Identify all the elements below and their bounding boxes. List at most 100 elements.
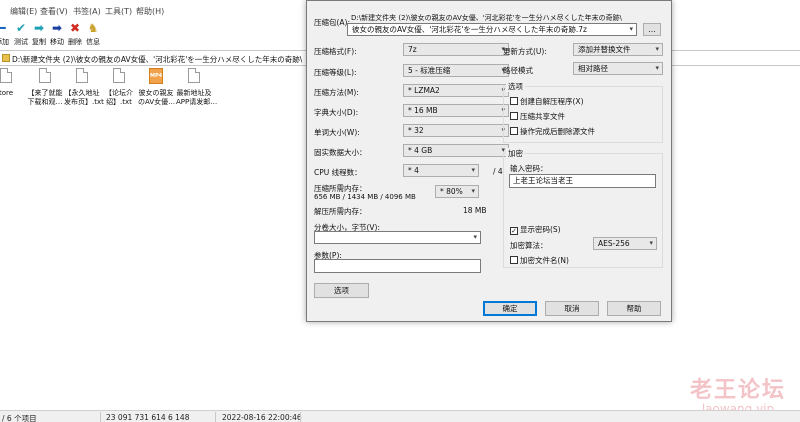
archive-label: 压缩包(A): [314, 18, 351, 27]
checkbox-box [510, 112, 518, 120]
menu-edit[interactable]: 编辑(E) [10, 6, 37, 17]
mem-percent-value: * 80% [440, 187, 463, 196]
file-name-line2: 下载和观… [27, 98, 63, 106]
move-button[interactable]: ➡ 移动 [49, 22, 65, 47]
file-name: 彼女の親友 [138, 89, 174, 97]
status-divider [215, 412, 216, 422]
status-divider [100, 412, 101, 422]
enc-method-label: 加密算法： [510, 241, 548, 250]
update-value: 添加并替换文件 [578, 45, 631, 54]
method-select[interactable]: * LZMA2 ▾ [403, 84, 509, 97]
path-label: 路径模式 [503, 66, 533, 75]
help-button[interactable]: 帮助 [607, 301, 661, 316]
word-label: 单词大小(W): [314, 128, 360, 137]
mp4-file-icon: MP4 [149, 68, 163, 84]
status-bar: / 6 个项目 23 091 731 614 6 148 2022-08-16 … [0, 410, 800, 422]
file-item[interactable]: 【来了就能 下载和观… [27, 68, 63, 107]
solid-value: * 4 GB [408, 146, 433, 155]
cancel-button[interactable]: 取消 [545, 301, 599, 316]
options-button[interactable]: 选项 [314, 283, 369, 298]
browse-button[interactable]: ... [643, 23, 661, 36]
archive-name-combo[interactable]: 彼女の親友のAV女優、'河北彩花'を一生分ハメ尽くした年末の奇跡.7z ▾ [347, 23, 637, 36]
enc-method-select[interactable]: AES-256 ▾ [593, 237, 657, 250]
menu-bookmarks[interactable]: 书签(A) [73, 6, 101, 17]
enc-method-value: AES-256 [598, 239, 630, 248]
archive-name-value: 彼女の親友のAV女優、'河北彩花'を一生分ハメ尽くした年末の奇跡.7z [352, 25, 587, 34]
test-button[interactable]: ✔ 测试 [13, 22, 29, 47]
file-item[interactable]: MP4 彼女の親友 のAV女優… [138, 68, 176, 107]
archive-dir: D:\新建文件夹 (2)\彼女の親友のAV女優、'河北彩花'を一生分ハメ尽くした… [351, 14, 622, 22]
dict-label: 字典大小(D): [314, 108, 359, 117]
copy-button[interactable]: ➡ 复制 [31, 22, 47, 47]
copy-icon: ➡ [33, 21, 45, 35]
threads-select[interactable]: * 4 ▾ [403, 164, 479, 177]
test-label: 测试 [14, 38, 28, 46]
mem-percent-select[interactable]: * 80% ▾ [435, 185, 479, 198]
menu-help[interactable]: 帮助(H) [136, 6, 164, 17]
split-input[interactable]: ▾ [314, 231, 481, 244]
add-button[interactable]: ━ 添加 [0, 22, 10, 47]
update-label: 更新方式(U): [503, 47, 547, 56]
level-value: 5 - 标准压缩 [408, 66, 451, 75]
password-input[interactable]: 上老王论坛当老王 [509, 174, 656, 188]
dict-select[interactable]: * 16 MB ▾ [403, 104, 509, 117]
delete-after-checkbox[interactable]: 操作完成后删除源文件 [510, 126, 595, 137]
file-item[interactable]: 最新地址及 APP请发邮… [176, 68, 218, 107]
dict-value: * 16 MB [408, 106, 438, 115]
file-icon [39, 68, 51, 83]
chevron-down-icon: ▾ [473, 233, 477, 241]
encrypt-names-label: 加密文件名(N) [520, 256, 569, 265]
params-input[interactable] [314, 259, 481, 273]
file-item[interactable]: tore [0, 68, 24, 98]
address-path: D:\新建文件夹 (2)\彼女の親友のAV女優、'河北彩花'を一生分ハメ尽くした… [12, 55, 303, 64]
file-icon [76, 68, 88, 83]
encrypt-names-checkbox[interactable]: 加密文件名(N) [510, 255, 569, 266]
file-name-line2: のAV女優… [138, 98, 176, 106]
sfx-checkbox[interactable]: 创建自解压程序(X) [510, 96, 584, 107]
ok-button[interactable]: 确定 [483, 301, 537, 316]
show-password-label: 显示密码(S) [520, 225, 561, 234]
delete-button[interactable]: ✖ 删除 [67, 22, 83, 47]
word-select[interactable]: * 32 ▾ [403, 124, 509, 137]
path-select[interactable]: 相对路径 ▾ [573, 62, 663, 75]
file-name-line2: 绍】.txt [106, 98, 132, 106]
show-password-checkbox[interactable]: ✓ 显示密码(S) [510, 224, 561, 235]
file-name: 最新地址及 [176, 89, 212, 97]
chevron-down-icon: ▾ [655, 45, 659, 53]
format-label: 压缩格式(F): [314, 47, 357, 56]
checkbox-box [510, 127, 518, 135]
watermark-title: 老王论坛 [689, 378, 786, 403]
info-button[interactable]: ♞ 信息 [85, 22, 101, 47]
status-modified: 2022-08-16 22:00:46 [222, 413, 302, 422]
update-select[interactable]: 添加并替换文件 ▾ [573, 43, 663, 56]
shared-checkbox[interactable]: 压缩共享文件 [510, 111, 565, 122]
threads-value: * 4 [408, 166, 419, 175]
file-name: tore [0, 89, 14, 97]
mem-value: 656 MB / 1434 MB / 4096 MB [314, 193, 416, 201]
file-name: 【论坛介 [105, 89, 133, 97]
checkbox-box: ✓ [510, 227, 518, 235]
mp4-badge: MP4 [150, 73, 163, 79]
decomp-label: 解压所需内存： [314, 207, 367, 216]
chevron-down-icon: ▾ [471, 166, 475, 174]
status-items: / 6 个项目 [2, 414, 37, 422]
menu-view[interactable]: 查看(V) [40, 6, 68, 17]
menu-tools[interactable]: 工具(T) [105, 6, 132, 17]
file-item[interactable]: 【永久地址 发布页】.txt [64, 68, 104, 107]
add-label: 添加 [0, 38, 9, 46]
level-select[interactable]: 5 - 标准压缩 ▾ [403, 64, 509, 77]
solid-select[interactable]: * 4 GB ▾ [403, 144, 509, 157]
method-value: * LZMA2 [408, 86, 440, 95]
info-label: 信息 [86, 38, 100, 46]
add-icon: ━ [0, 21, 6, 35]
method-label: 压缩方法(M): [314, 88, 359, 97]
shared-label: 压缩共享文件 [520, 112, 565, 121]
file-item[interactable]: 【论坛介 绍】.txt [101, 68, 137, 107]
test-icon: ✔ [15, 21, 27, 35]
threads-max: / 4 [493, 167, 503, 176]
path-value: 相对路径 [578, 64, 608, 73]
format-value: 7z [408, 45, 417, 54]
format-select[interactable]: 7z ▾ [403, 43, 509, 56]
file-name-line2: APP请发邮… [176, 98, 218, 106]
file-name: 【永久地址 [64, 89, 100, 97]
